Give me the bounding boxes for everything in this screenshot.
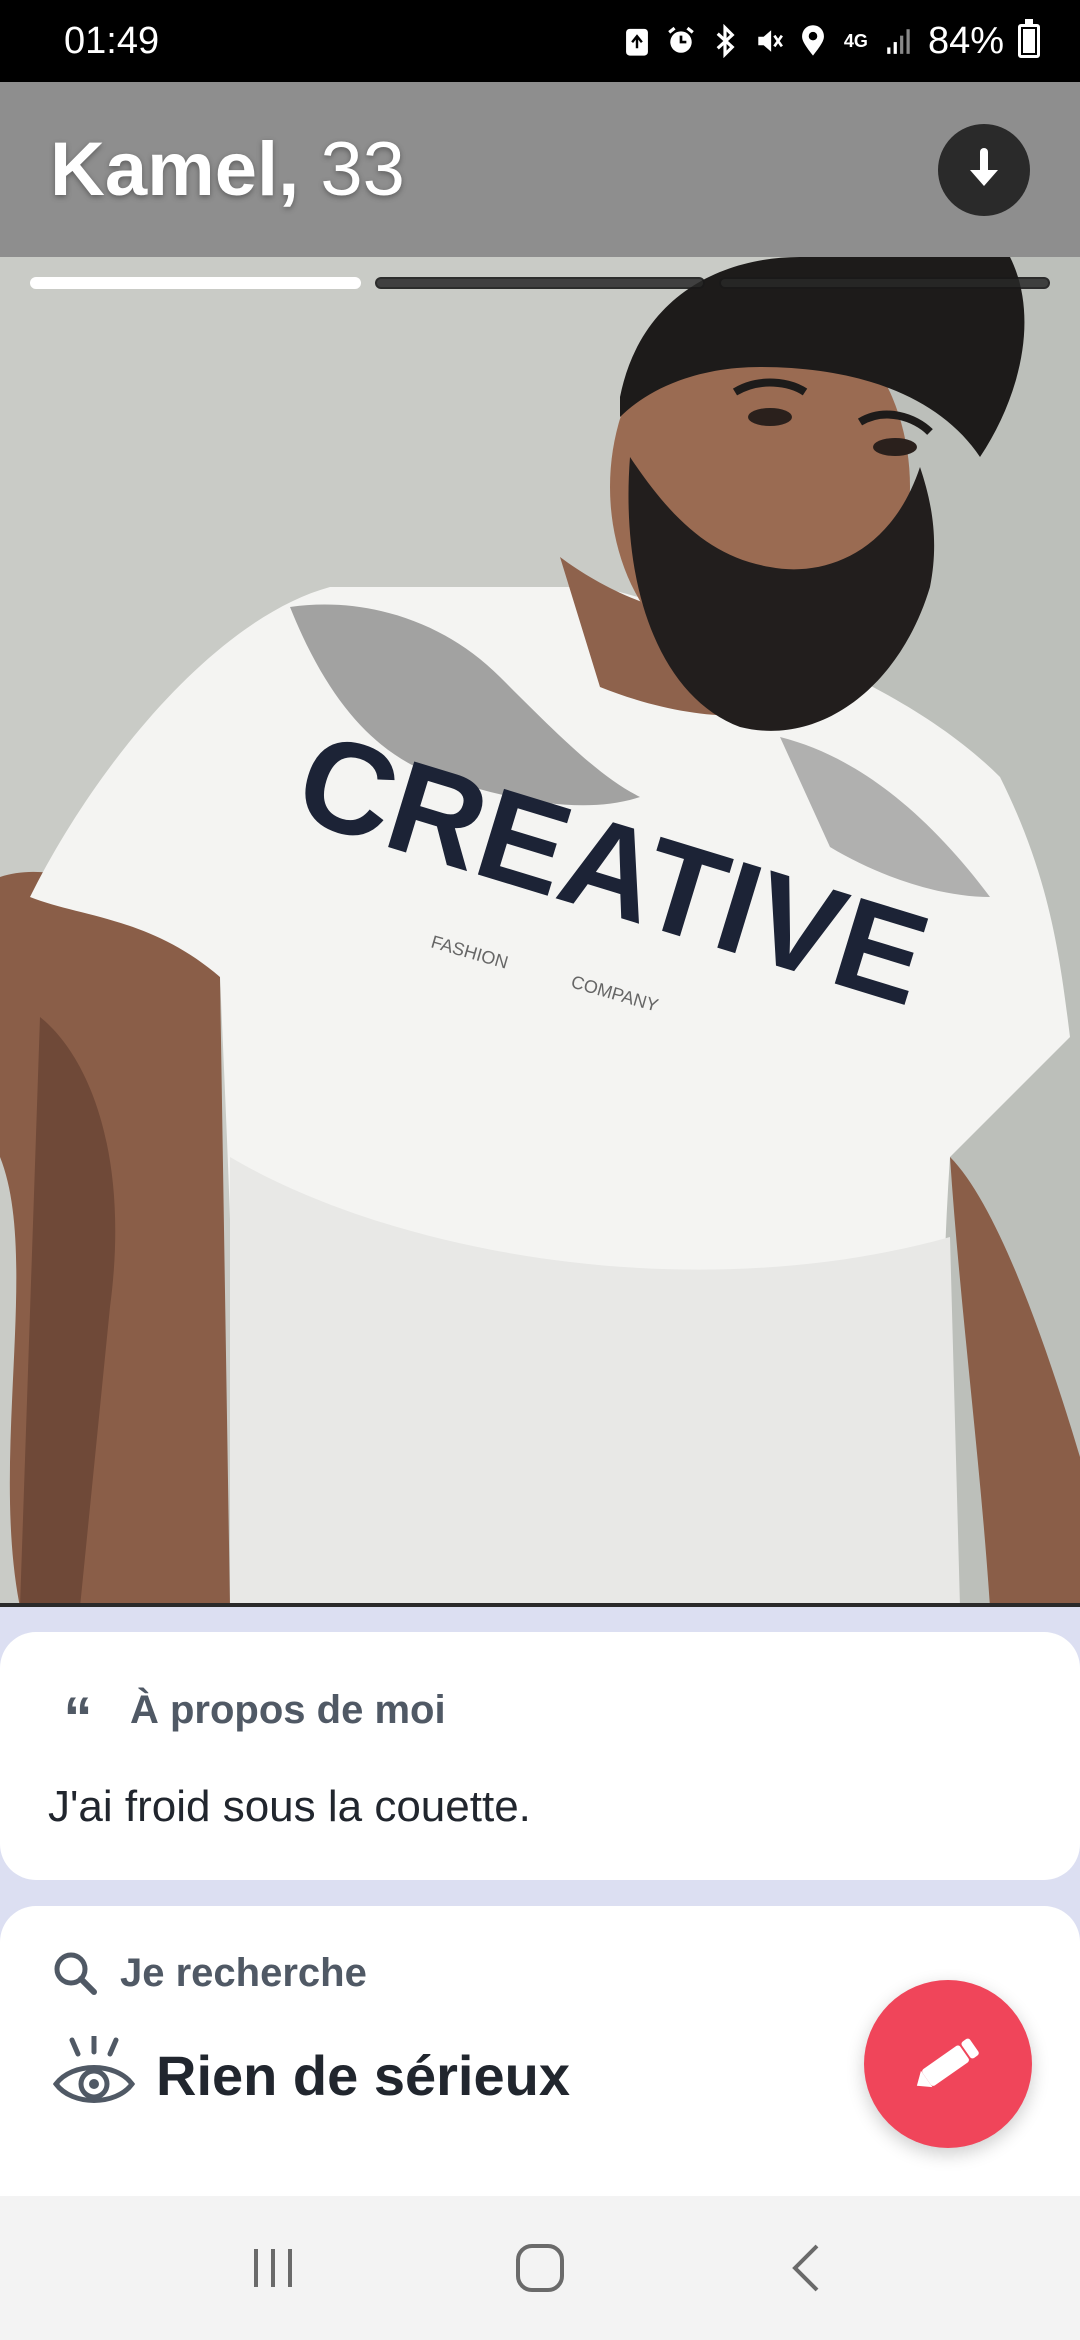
home-button[interactable] (500, 2228, 580, 2308)
profile-photo-image: CREATIVE FASHION COMPANY (0, 257, 1080, 1603)
about-text: J'ai froid sous la couette. (48, 1782, 531, 1831)
profile-header: Kamel, 33 (0, 82, 1080, 257)
quote-icon: “ (63, 1686, 93, 1751)
network-4g-icon: 4G (843, 31, 868, 51)
system-nav-bar (0, 2196, 1080, 2340)
photo-progress-segment[interactable] (374, 277, 706, 289)
photo-progress-segment[interactable] (30, 277, 361, 289)
arrow-down-icon (970, 147, 998, 186)
recent-apps-icon (254, 2249, 293, 2287)
search-icon (54, 1952, 97, 1995)
about-card: “ À propos de moi J'ai froid sous la cou… (0, 1632, 1080, 1880)
eye-icon (52, 2036, 136, 2103)
looking-heading: Je recherche (120, 1950, 367, 1995)
home-icon (515, 2244, 564, 2292)
about-heading: À propos de moi (130, 1687, 446, 1732)
about-heading-row: “ À propos de moi (48, 1672, 1032, 1748)
looking-value: Rien de sérieux (156, 2043, 570, 2107)
edit-button[interactable] (864, 1980, 1032, 2148)
signal-icon (884, 24, 914, 58)
photo-progress (30, 277, 1051, 291)
photo-progress-segment[interactable] (719, 277, 1051, 289)
chevron-left-icon (791, 2244, 819, 2292)
status-time: 01:49 (64, 19, 160, 62)
profile-age: 33 (320, 127, 405, 212)
location-icon (798, 24, 828, 58)
pencil-icon (916, 2038, 979, 2088)
bluetooth-icon (710, 24, 740, 58)
battery-icon (1018, 19, 1040, 58)
looking-heading-row: Je recherche (52, 1950, 1028, 1996)
recycle-icon (622, 24, 652, 58)
profile-photo[interactable]: CREATIVE FASHION COMPANY (0, 257, 1080, 1607)
name-age: Kamel, 33 (50, 126, 405, 213)
profile-name: Kamel, (50, 127, 300, 212)
recent-apps-button[interactable] (233, 2228, 313, 2308)
status-icons: 4G 84% (622, 19, 1040, 63)
back-button[interactable] (767, 2228, 847, 2308)
alarm-icon (666, 24, 696, 58)
collapse-profile-button[interactable] (938, 123, 1030, 216)
mute-icon (754, 24, 784, 58)
status-bar: 01:49 4G 84% (0, 0, 1080, 82)
battery-percent: 84% (927, 19, 1004, 62)
